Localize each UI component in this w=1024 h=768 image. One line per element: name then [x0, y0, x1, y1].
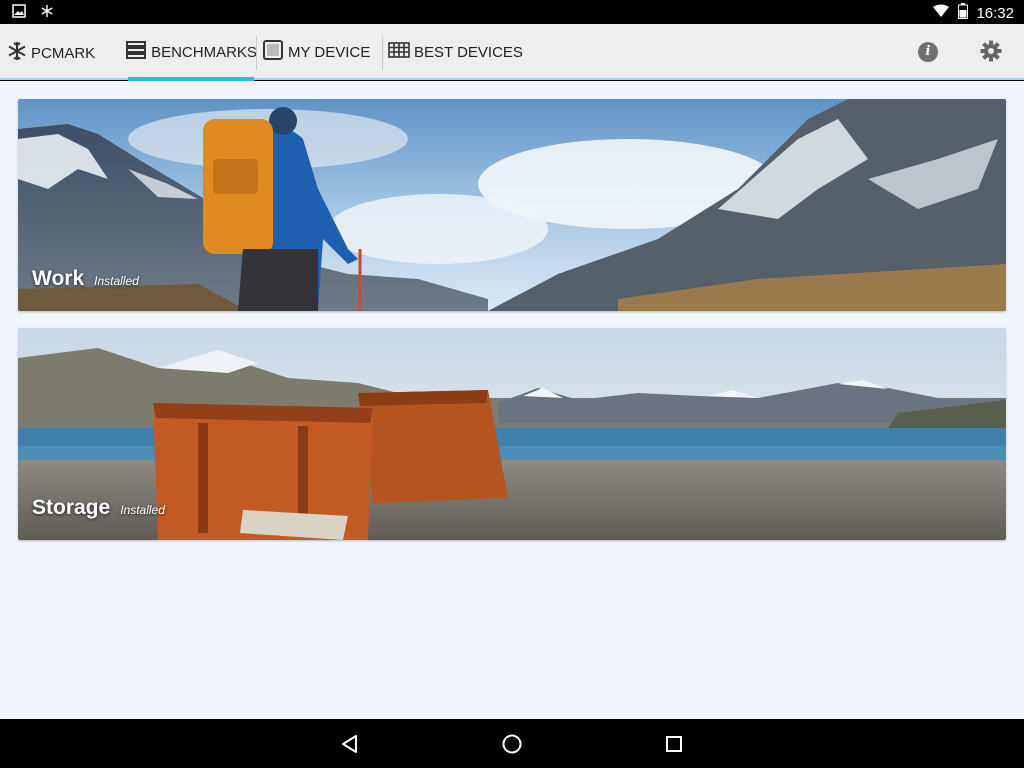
benchmark-card-work[interactable]: Work Installed	[18, 99, 1006, 311]
benchmark-card-storage[interactable]: Storage Installed	[18, 328, 1006, 540]
battery-icon	[958, 3, 969, 23]
tab-best-devices[interactable]: BEST DEVICES	[388, 24, 523, 80]
status-bar: 16:32	[0, 0, 1024, 24]
card-label: Work Installed	[32, 267, 139, 291]
tab-divider	[382, 36, 383, 70]
grid-icon	[388, 39, 410, 65]
image-icon	[12, 4, 26, 18]
tab-label: BEST DEVICES	[414, 43, 523, 61]
tab-divider	[256, 36, 257, 70]
brand-name: PCMARK	[31, 44, 96, 62]
wifi-icon	[932, 4, 950, 22]
tab-my-device[interactable]: MY DEVICE	[262, 24, 370, 80]
home-icon[interactable]	[500, 732, 524, 756]
benchmark-title: Work	[32, 267, 85, 290]
gear-icon[interactable]	[980, 40, 1002, 62]
snowflake-logo-icon	[6, 40, 28, 66]
tab-benchmarks[interactable]: BENCHMARKS	[125, 24, 257, 82]
card-label: Storage Installed	[32, 496, 165, 520]
benchmark-status: Installed	[94, 274, 139, 288]
storage-banner-image	[18, 328, 1006, 540]
navigation-bar	[0, 720, 1024, 768]
snowflake-icon	[40, 4, 54, 18]
tab-label: BENCHMARKS	[151, 43, 257, 61]
tablet-icon	[262, 39, 284, 65]
info-icon[interactable]: i	[918, 42, 938, 62]
app-bar: PCMARK BENCHMARKS MY DEVICE BEST DEVICES…	[0, 24, 1024, 82]
benchmark-list: Work Installed Storage Installed	[0, 81, 1024, 719]
list-icon	[125, 39, 147, 65]
tab-label: MY DEVICE	[288, 43, 371, 61]
brand: PCMARK	[6, 40, 95, 66]
benchmark-status: Installed	[120, 503, 165, 517]
status-time: 16:32	[976, 4, 1014, 22]
recents-icon[interactable]	[662, 732, 686, 756]
benchmark-title: Storage	[32, 496, 111, 519]
work-banner-image	[18, 99, 1006, 311]
back-icon[interactable]	[338, 732, 362, 756]
